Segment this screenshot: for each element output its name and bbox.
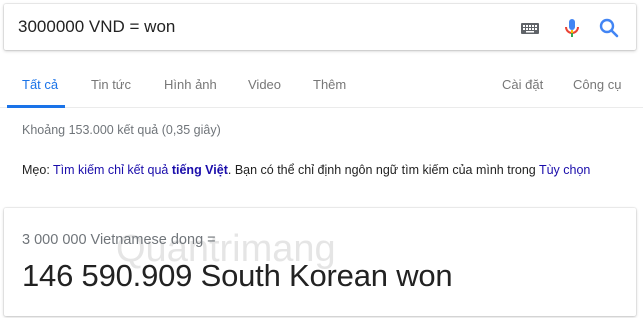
tab-news[interactable]: Tin tức — [91, 77, 131, 92]
language-tip: Mẹo: Tìm kiếm chỉ kết quả tiếng Việt. Bạ… — [22, 163, 590, 177]
currency-converter-card: Quantrimang 3 000 000 Vietnamese dong = … — [4, 208, 636, 316]
keyboard-icon[interactable] — [518, 16, 542, 40]
tab-images[interactable]: Hình ảnh — [164, 77, 217, 92]
tip-middle: . Bạn có thể chỉ định ngôn ngữ tìm kiếm … — [227, 163, 539, 177]
result-stats: Khoảng 153.000 kết quả (0,35 giây) — [22, 123, 221, 137]
restrict-language-link-text[interactable]: Tìm kiếm chỉ kết quả — [53, 163, 172, 177]
restrict-language-link[interactable]: Tìm kiếm chỉ kết quả tiếng Việt — [53, 163, 228, 177]
tab-videos[interactable]: Video — [248, 77, 281, 92]
tab-settings[interactable]: Cài đặt — [502, 77, 543, 92]
preferences-link[interactable]: Tùy chọn — [539, 163, 590, 177]
conversion-result: 146 590.909 South Korean won — [22, 258, 453, 293]
search-tabs: Tất cả Tin tức Hình ảnh Video Thêm Cài đ… — [0, 50, 643, 108]
tab-more[interactable]: Thêm — [313, 77, 346, 92]
search-icon[interactable] — [597, 16, 621, 40]
conversion-source: 3 000 000 Vietnamese dong = — [22, 232, 216, 248]
microphone-icon[interactable] — [560, 16, 584, 40]
restrict-language-link-bold[interactable]: tiếng Việt — [172, 163, 228, 177]
search-box[interactable] — [4, 4, 636, 50]
tab-tools[interactable]: Công cụ — [573, 77, 621, 92]
active-tab-indicator — [7, 105, 65, 108]
search-input[interactable] — [18, 17, 498, 37]
tab-all[interactable]: Tất cả — [22, 77, 58, 92]
tip-prefix: Mẹo: — [22, 163, 54, 177]
